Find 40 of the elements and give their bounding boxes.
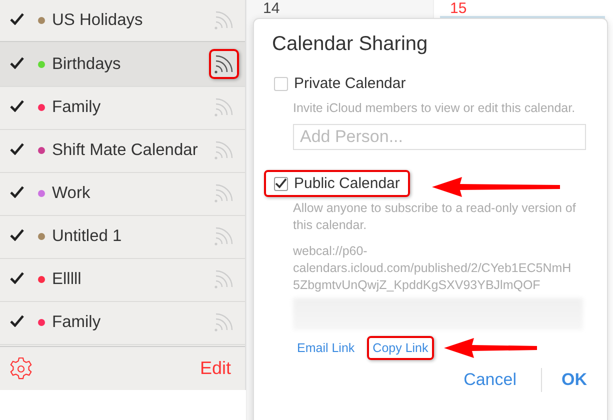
- calendar-name: Shift Mate Calendar: [52, 140, 199, 160]
- calendar-name: Family: [52, 312, 102, 332]
- checkmark-icon[interactable]: [10, 186, 26, 200]
- day-number: 14: [263, 0, 280, 17]
- settings-icon[interactable]: [9, 356, 33, 380]
- add-person-field[interactable]: Add Person...: [293, 124, 586, 150]
- calendar-row[interactable]: Shift Mate Calendar: [0, 128, 245, 173]
- checkmark-icon[interactable]: [10, 315, 26, 329]
- dialog-button[interactable]: OK: [562, 370, 587, 390]
- checkmark-icon[interactable]: [10, 229, 26, 243]
- webcal-url: webcal://p60-calendars.icloud.com/published/2/CYeb1EC5NmH5ZbgmtvUnQwjZ_KpddKgSXV93YBJlmQOF: [293, 243, 572, 294]
- option-description: Allow anyone to subscribe to a read-only version of this calendar.: [293, 200, 577, 234]
- day-number: 15: [450, 0, 467, 17]
- popover-title: Calendar Sharing: [272, 33, 429, 56]
- option-description: Invite iCloud members to view or edit this calendar.: [293, 100, 576, 117]
- calendar-name: Untitled 1: [52, 226, 123, 246]
- calendar-name: Family: [52, 98, 102, 116]
- link[interactable]: Copy Link: [366, 336, 434, 360]
- share-icon[interactable]: [209, 49, 239, 79]
- calendar-row[interactable]: Family: [0, 85, 245, 130]
- link[interactable]: Email Link: [291, 336, 361, 360]
- dialog-button[interactable]: Cancel: [464, 370, 516, 390]
- calendar-name: Elllll: [52, 270, 82, 288]
- option-label[interactable]: Private Calendar: [294, 75, 406, 92]
- checkmark-icon[interactable]: [10, 143, 26, 157]
- calendar-name: Birthdays: [52, 54, 122, 74]
- calendar-row[interactable]: Birthdays: [0, 41, 245, 87]
- checkbox[interactable]: [274, 76, 288, 90]
- calendar-name: Work: [52, 184, 92, 202]
- option-label[interactable]: Public Calendar: [294, 175, 400, 192]
- checkmark-icon[interactable]: [10, 100, 26, 114]
- calendar-name: US Holidays: [52, 10, 144, 30]
- calendar-row[interactable]: Elllll: [0, 257, 245, 302]
- calendar-row[interactable]: Untitled 1: [0, 214, 245, 259]
- checkbox[interactable]: [274, 176, 288, 190]
- calendar-row[interactable]: Family: [0, 300, 245, 345]
- checkmark-icon[interactable]: [10, 57, 26, 71]
- calendar-row[interactable]: Work: [0, 171, 245, 216]
- checkmark-icon[interactable]: [10, 272, 26, 286]
- checkmark-icon[interactable]: [10, 13, 26, 27]
